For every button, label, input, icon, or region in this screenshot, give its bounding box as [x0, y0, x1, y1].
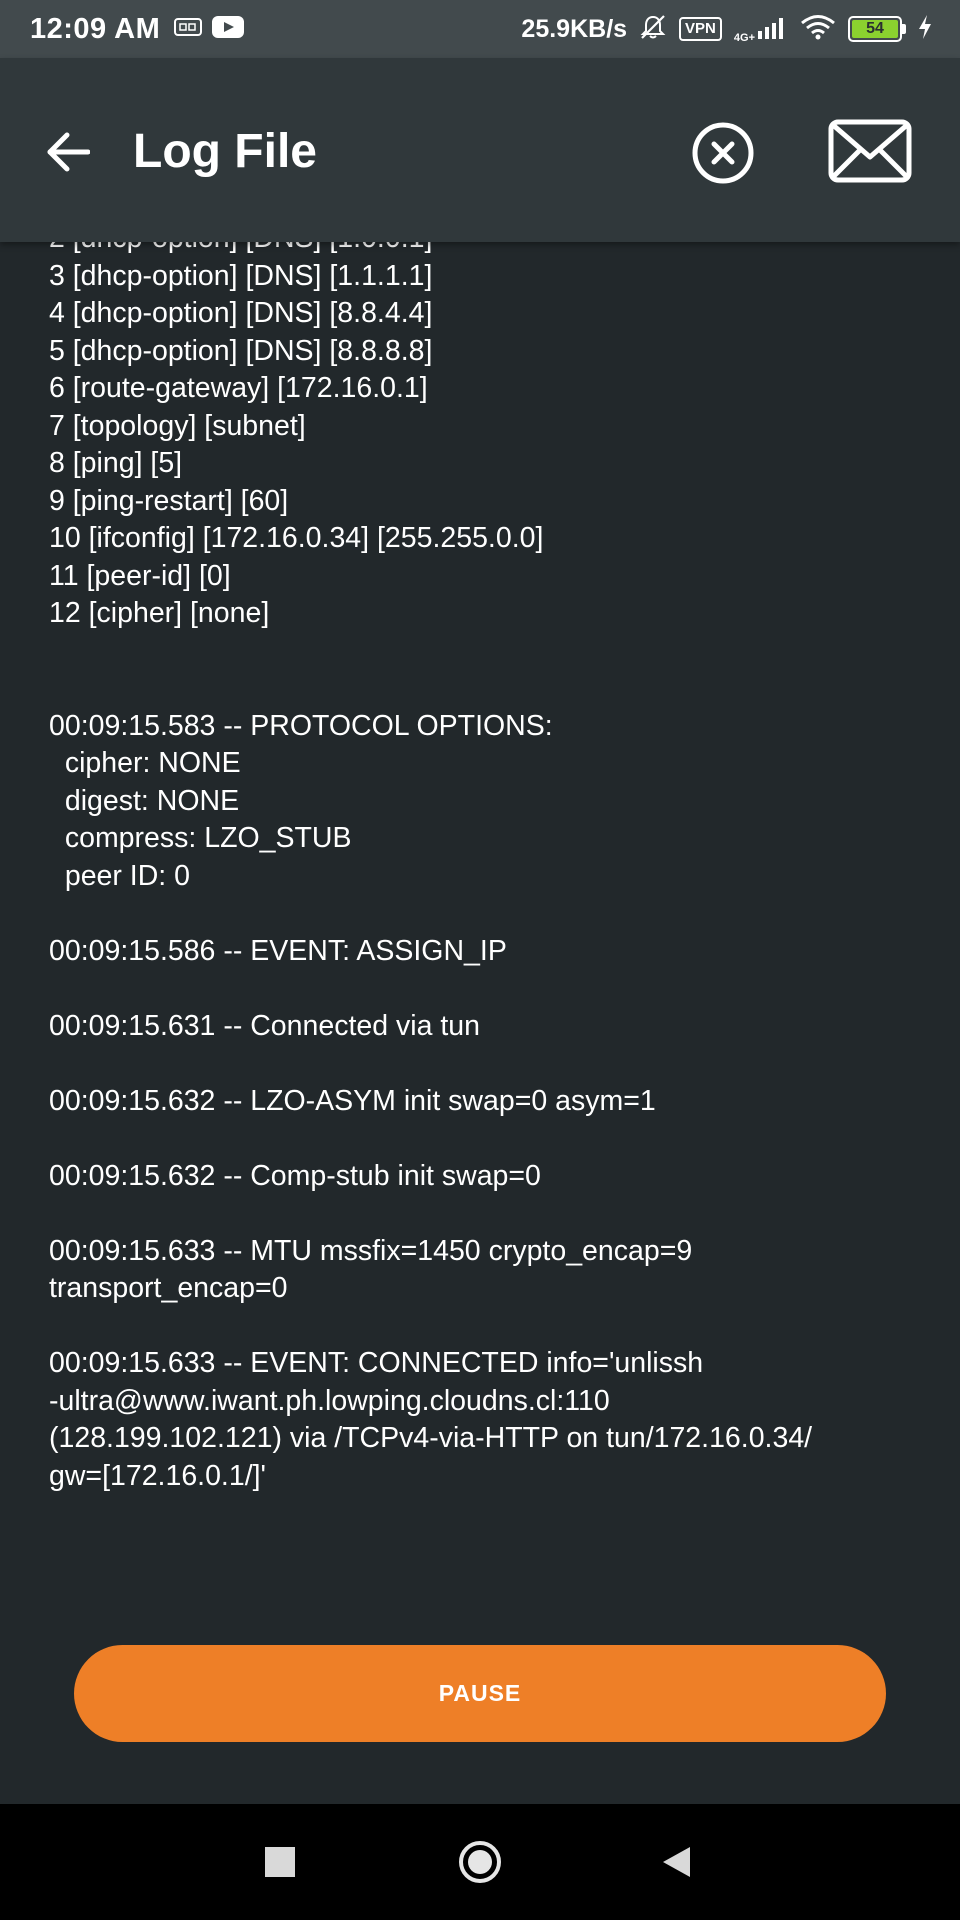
vpn-icon: VPN: [679, 17, 722, 41]
close-circle-icon: [691, 121, 755, 190]
clear-log-button[interactable]: [688, 120, 758, 190]
back-icon[interactable]: [660, 1845, 692, 1879]
status-bar: 12:09 AM 25.9KB/s VPN 4G+ 54: [0, 0, 960, 58]
youtube-icon: [212, 15, 245, 43]
app-bar: Log File: [0, 58, 960, 242]
page-title: Log File: [133, 125, 317, 178]
back-button[interactable]: [40, 126, 96, 182]
battery-tip: [902, 24, 906, 34]
battery-icon: 54: [848, 16, 906, 42]
battery-level: 54: [852, 20, 898, 38]
battery-body: 54: [848, 16, 902, 42]
email-log-button[interactable]: [826, 118, 914, 188]
mute-icon: [639, 13, 667, 46]
signal-group: 4G+: [734, 15, 788, 44]
net-speed: 25.9KB/s: [521, 14, 628, 43]
charging-icon: [918, 14, 932, 45]
status-time: 12:09 AM: [30, 12, 161, 45]
status-right: 25.9KB/s VPN 4G+ 54: [521, 13, 932, 46]
hd-icon: [174, 17, 203, 41]
network-type: 4G+: [733, 31, 755, 44]
arrow-left-icon: [46, 132, 91, 177]
wifi-icon: [800, 14, 836, 45]
status-left-icons: [174, 15, 245, 43]
envelope-icon: [828, 119, 912, 188]
nav-bar: [0, 1804, 960, 1920]
signal-icon: [758, 15, 788, 44]
recents-icon[interactable]: [265, 1847, 295, 1877]
pause-button[interactable]: PAUSE: [74, 1645, 886, 1742]
log-text: 2 [dhcp-option] [DNS] [1.0.0.1] 3 [dhcp-…: [49, 242, 813, 1492]
home-icon[interactable]: [458, 1840, 502, 1884]
log-area[interactable]: 2 [dhcp-option] [DNS] [1.0.0.1] 3 [dhcp-…: [0, 242, 960, 1622]
